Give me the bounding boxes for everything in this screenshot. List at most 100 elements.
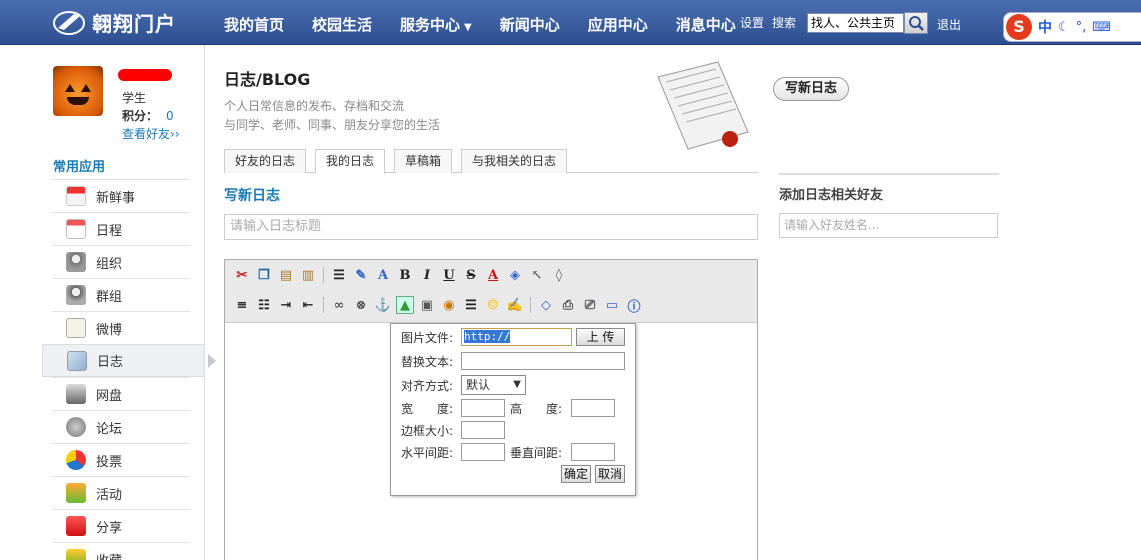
- alt-text-input[interactable]: [461, 352, 625, 370]
- text-color-icon[interactable]: A: [484, 266, 502, 284]
- highlight-icon[interactable]: ◈: [506, 266, 524, 284]
- tab-drafts[interactable]: 草稿箱: [394, 149, 453, 173]
- emoticon-icon[interactable]: ☺: [484, 296, 502, 314]
- sidebar-item-org[interactable]: 组织: [52, 245, 190, 278]
- toolbar-separator: [323, 267, 324, 283]
- sidebar-item-vote[interactable]: 投票: [52, 443, 190, 476]
- image-url-input[interactable]: http://: [461, 328, 572, 346]
- sidebar-item-bookmark[interactable]: 收藏: [52, 542, 190, 560]
- sidebar-item-disk[interactable]: 网盘: [52, 377, 190, 410]
- list-icon[interactable]: ☷: [255, 296, 273, 314]
- alt-text-row: 替换文本:: [401, 351, 625, 371]
- image-file-label: 图片文件:: [401, 330, 454, 345]
- align-select[interactable]: 默认 ▼: [461, 375, 526, 395]
- sidebar-item-schedule[interactable]: 日程: [52, 212, 190, 245]
- active-arrow-icon: [208, 354, 216, 368]
- tab-related-blog[interactable]: 与我相关的日志: [461, 149, 568, 173]
- nav-label: 校园生活: [312, 16, 373, 34]
- cut-icon[interactable]: ✂: [233, 266, 251, 284]
- height-input[interactable]: [571, 399, 615, 417]
- font-style-icon[interactable]: ✎: [352, 266, 370, 284]
- cancel-button[interactable]: 取消: [594, 465, 625, 483]
- sidebar-item-label: 日程: [96, 223, 123, 239]
- size-row: 宽 度: 高 度:: [401, 398, 615, 418]
- logout-link[interactable]: 退出: [937, 16, 961, 33]
- points-label: 积分：: [122, 109, 159, 123]
- format-icon[interactable]: ☰: [330, 266, 348, 284]
- tab-friends-blog[interactable]: 好友的日志: [224, 149, 307, 173]
- hspace-input[interactable]: [461, 443, 505, 461]
- strikethrough-icon[interactable]: S: [462, 266, 480, 284]
- toolbar-separator: [323, 297, 324, 313]
- font-size-icon[interactable]: A: [374, 266, 392, 284]
- write-blog-heading: 写新日志: [224, 188, 280, 204]
- eraser-icon[interactable]: ◊: [550, 266, 568, 284]
- preview-icon[interactable]: ⎙: [559, 296, 577, 314]
- select-cursor-icon[interactable]: ↖: [528, 266, 546, 284]
- app-list: 新鲜事 日程 组织 群组 微博 日志 网盘 论坛 投票 活动 分享 收藏: [42, 179, 216, 560]
- settings-link[interactable]: 设置: [740, 14, 764, 31]
- about-icon[interactable]: ⓘ: [625, 296, 643, 315]
- width-input[interactable]: [461, 399, 505, 417]
- blog-title-input[interactable]: 请输入日志标题: [224, 214, 758, 240]
- italic-icon[interactable]: I: [418, 266, 436, 284]
- unlink-icon[interactable]: ⊗: [352, 296, 370, 314]
- site-logo[interactable]: 翱翔门户: [52, 6, 176, 38]
- sidebar-item-groups[interactable]: 群组: [52, 278, 190, 311]
- paste-icon[interactable]: ▤: [277, 266, 295, 284]
- avatar-mouth: [67, 97, 89, 105]
- sidebar-item-activity[interactable]: 活动: [52, 476, 190, 509]
- underline-icon[interactable]: U: [440, 266, 458, 284]
- vspace-input[interactable]: [571, 443, 615, 461]
- outdent-icon[interactable]: ⇤: [299, 296, 317, 314]
- keyboard-icon[interactable]: ⌨: [1092, 20, 1111, 35]
- anchor-icon[interactable]: ⚓: [374, 296, 392, 314]
- flash-icon[interactable]: ▣: [418, 296, 436, 314]
- toolbar-separator: [530, 297, 531, 313]
- sidebar-item-share[interactable]: 分享: [52, 509, 190, 542]
- sidebar-item-weibo[interactable]: 微博: [52, 311, 190, 344]
- nav-apps[interactable]: 应用中心: [574, 0, 662, 45]
- border-input[interactable]: [461, 421, 505, 439]
- see-friends-link[interactable]: 查看好友››: [122, 125, 180, 142]
- punctuation-icon[interactable]: °,: [1076, 20, 1087, 35]
- sidebar-item-forum[interactable]: 论坛: [52, 410, 190, 443]
- page-title: 日志/BLOG: [224, 70, 311, 89]
- nav-messages[interactable]: 消息中心: [662, 0, 750, 45]
- sidebar-item-label: 分享: [96, 520, 123, 536]
- link-icon[interactable]: ∞: [330, 296, 348, 314]
- tab-my-blog[interactable]: 我的日志: [315, 149, 386, 174]
- align-left-icon[interactable]: ≡: [233, 296, 251, 314]
- points-value[interactable]: 0: [166, 109, 174, 123]
- bold-icon[interactable]: B: [396, 266, 414, 284]
- fullscreen-icon[interactable]: ▭: [603, 296, 621, 314]
- nav-home[interactable]: 我的首页: [210, 0, 298, 45]
- new-blog-button[interactable]: 写新日志: [773, 77, 849, 101]
- search-input[interactable]: 找人、公共主页: [807, 13, 904, 33]
- ok-button[interactable]: 确定: [560, 465, 591, 483]
- nav-news[interactable]: 新闻中心: [486, 0, 574, 45]
- image-icon[interactable]: ▲: [396, 296, 414, 314]
- paste-text-icon[interactable]: ▥: [299, 266, 317, 284]
- copy-icon[interactable]: ❐: [255, 266, 273, 284]
- upload-button[interactable]: 上 传: [576, 328, 625, 346]
- sidebar-item-news[interactable]: 新鲜事: [52, 179, 190, 212]
- print-icon[interactable]: ⎚: [581, 296, 599, 314]
- friend-name-input[interactable]: 请输入好友姓名...: [779, 213, 998, 238]
- horizontal-rule-icon[interactable]: ☰: [462, 296, 480, 314]
- sidebar-item-blog[interactable]: 日志: [42, 344, 216, 377]
- media-icon[interactable]: ◉: [440, 296, 458, 314]
- search-label: 搜索: [772, 16, 797, 30]
- avatar[interactable]: [53, 66, 103, 116]
- sidebar-item-label: 网盘: [96, 388, 123, 404]
- edit-icon[interactable]: ✍: [506, 296, 524, 314]
- search-button[interactable]: [904, 12, 928, 34]
- nav-campus[interactable]: 校园生活: [298, 0, 386, 45]
- ime-toolbar[interactable]: S 中 ☾ °, ⌨: [1003, 12, 1141, 42]
- nav-service[interactable]: 服务中心 ▼: [386, 0, 486, 45]
- source-icon[interactable]: ◇: [537, 296, 555, 314]
- moon-icon[interactable]: ☾: [1058, 20, 1070, 35]
- ime-mode[interactable]: 中: [1038, 17, 1052, 37]
- indent-icon[interactable]: ⇥: [277, 296, 295, 314]
- sidebar-item-label: 微博: [96, 322, 123, 338]
